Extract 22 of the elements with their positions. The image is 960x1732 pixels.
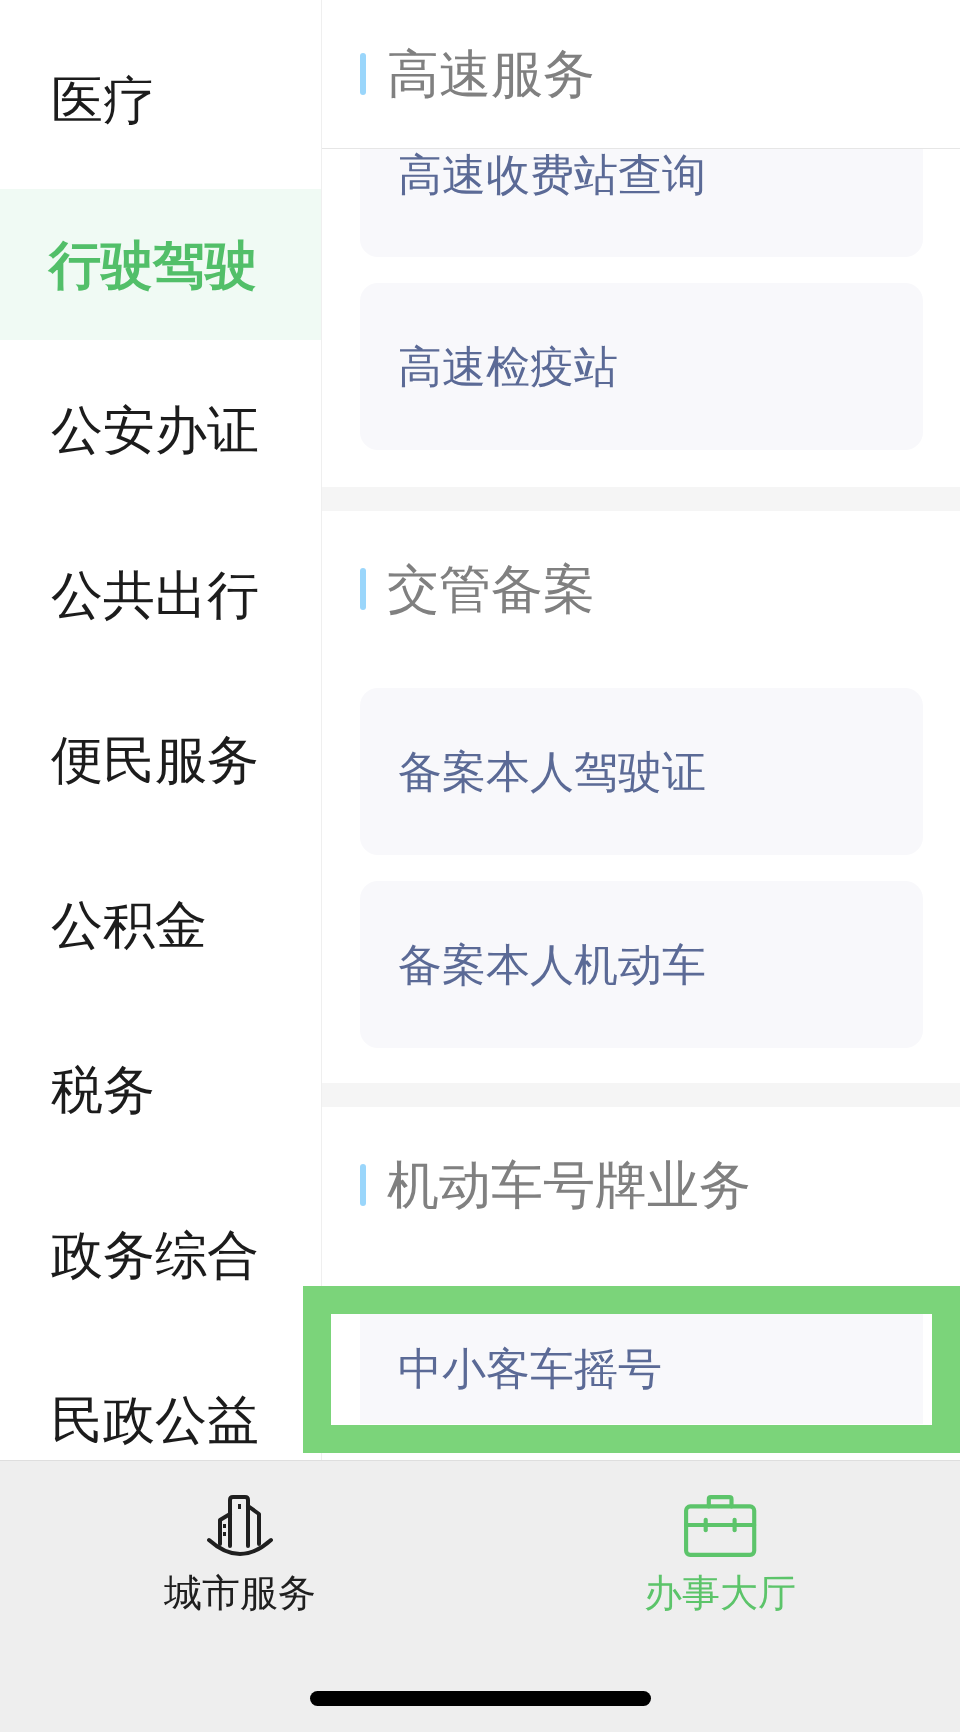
service-card[interactable]: 中小客车摇号: [360, 1314, 923, 1424]
service-card[interactable]: 备案本人驾驶证: [360, 688, 923, 855]
sidebar-item[interactable]: 医疗: [0, 24, 321, 175]
service-card[interactable]: 高速收费站查询: [360, 149, 923, 257]
service-card[interactable]: 备案本人机动车: [360, 881, 923, 1048]
sidebar-item[interactable]: 公安办证: [0, 354, 321, 505]
service-card[interactable]: 高速检疫站: [360, 283, 923, 450]
sidebar-item[interactable]: 政务综合: [0, 1179, 321, 1330]
tab[interactable]: 城市服务: [164, 1494, 316, 1616]
sidebar-item[interactable]: 税务: [0, 1014, 321, 1165]
sidebar-item[interactable]: 公共出行: [0, 519, 321, 670]
buildings-icon: [205, 1494, 275, 1558]
sidebar-item[interactable]: 便民服务: [0, 684, 321, 835]
sidebar-item[interactable]: 民政公益: [0, 1344, 321, 1460]
section-title: 高速服务: [387, 46, 595, 102]
sidebar-item[interactable]: 公积金: [0, 849, 321, 1000]
accent-bar-icon: [360, 53, 366, 95]
accent-bar-icon: [360, 568, 366, 610]
section-title: 交管备案: [387, 561, 595, 617]
accent-bar-icon: [360, 1164, 366, 1206]
section-title: 机动车号牌业务: [387, 1157, 751, 1213]
briefcase-icon: [682, 1494, 758, 1558]
